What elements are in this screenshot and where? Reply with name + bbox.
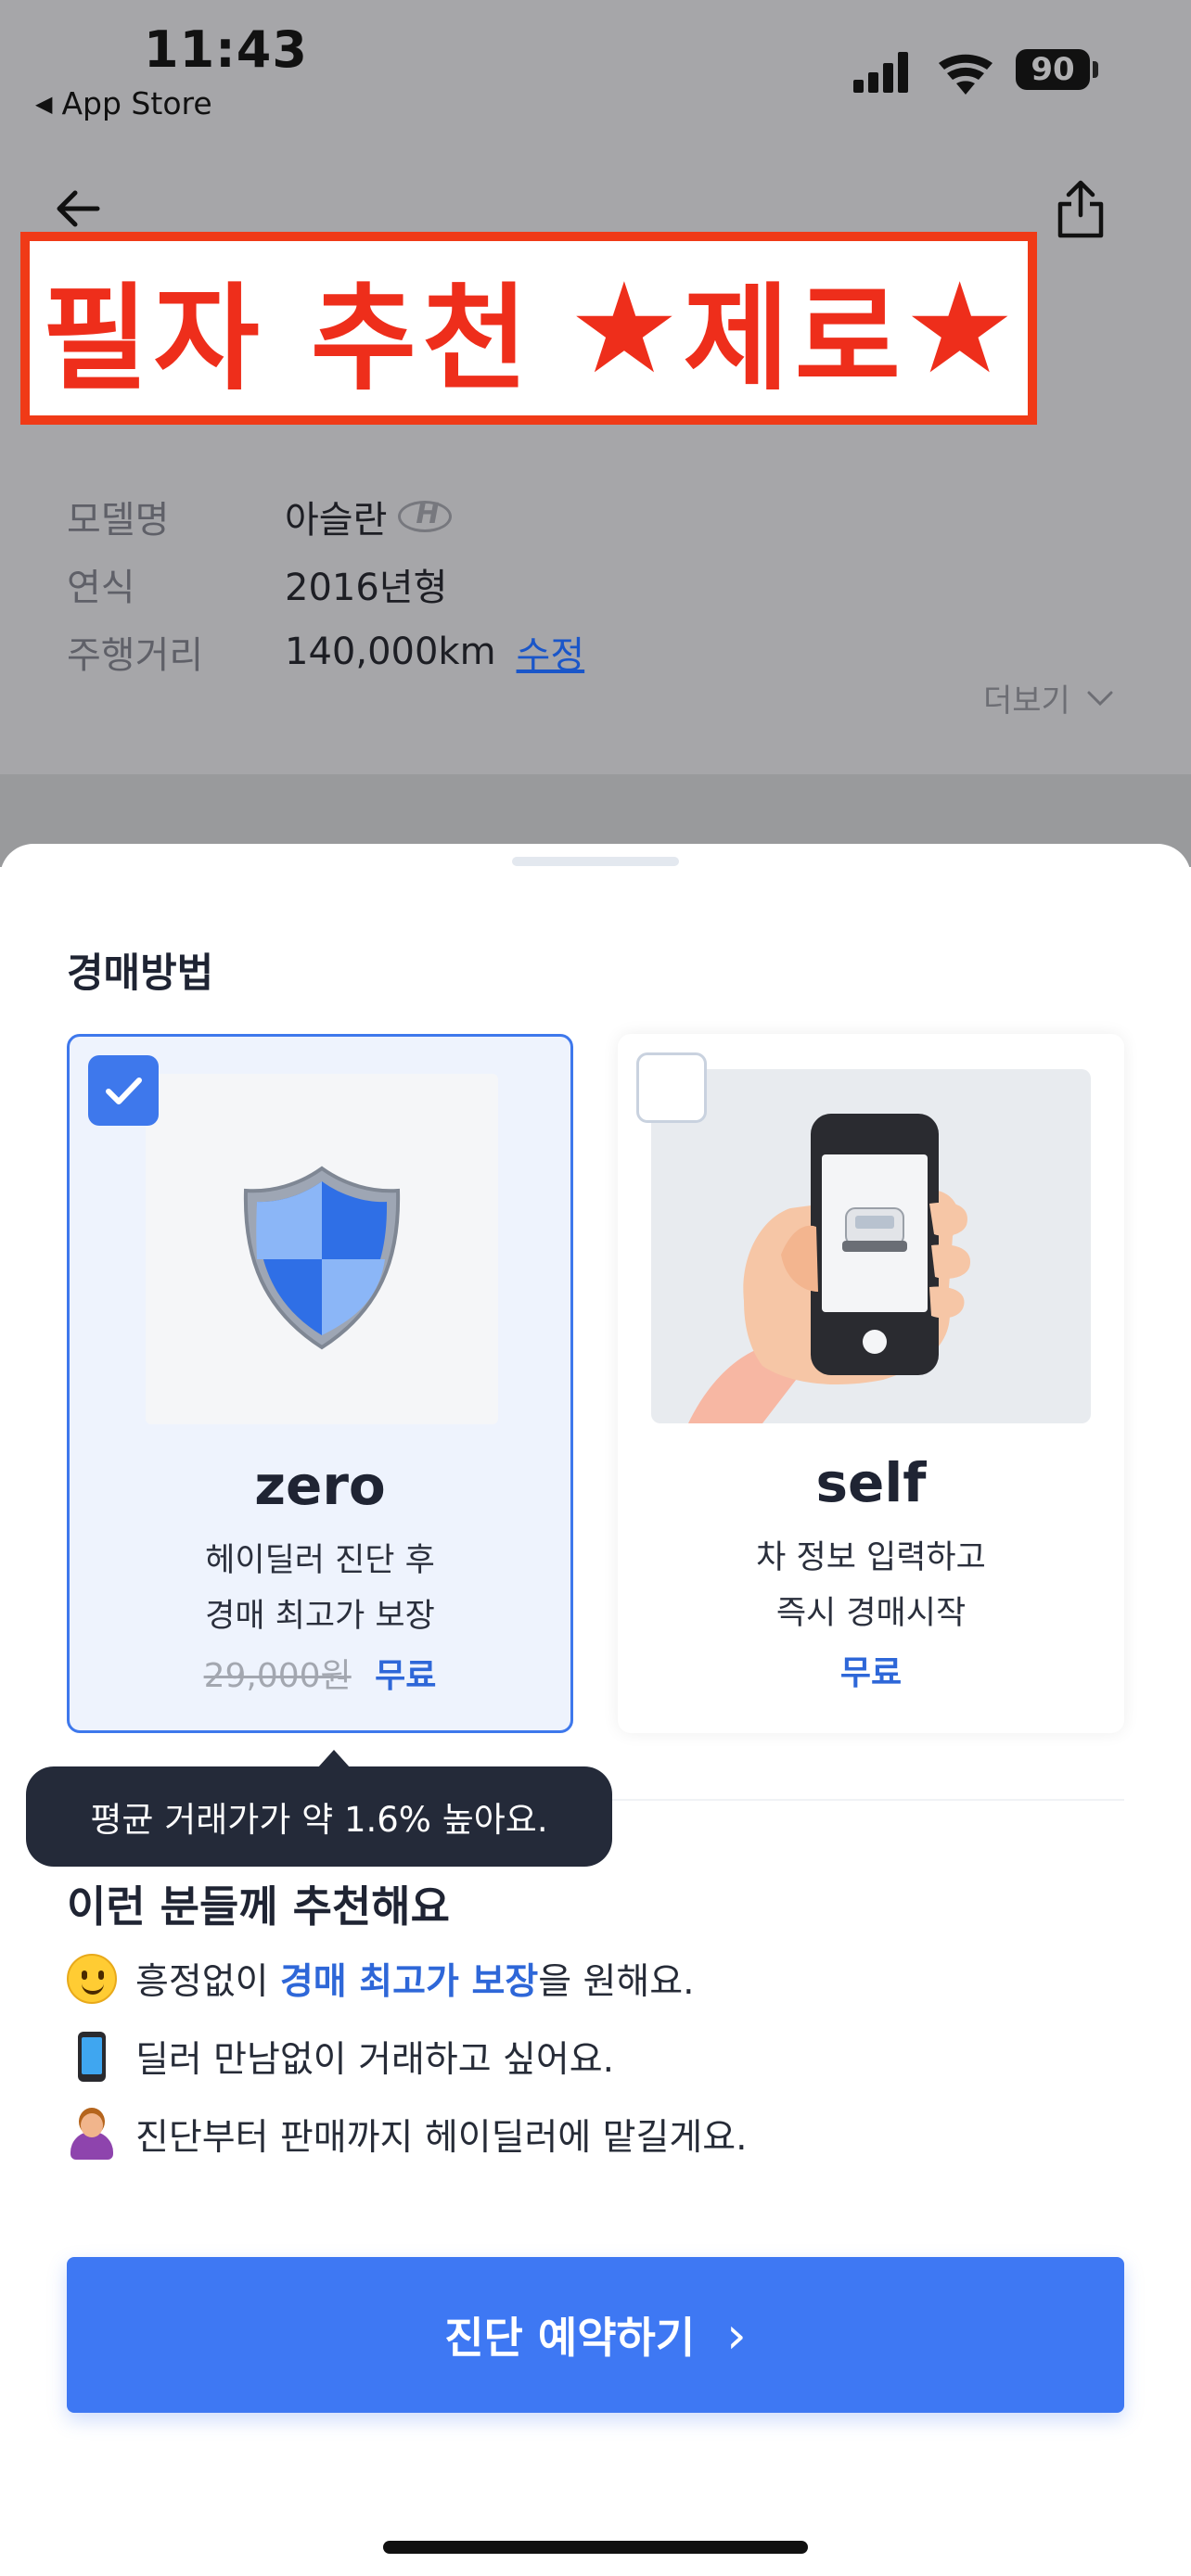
spec-value: 2016년형 (285, 567, 448, 609)
option-name: zero (254, 1454, 386, 1517)
more-label: 더보기 (983, 682, 1070, 720)
back-triangle-icon: ◀ (35, 90, 53, 117)
option-desc-line: 경매 최고가 보장 (205, 1598, 435, 1635)
wifi-icon (939, 54, 992, 95)
hyundai-logo-icon (398, 498, 453, 532)
battery-icon: 90 (1016, 49, 1090, 90)
star-icon: ★ (574, 262, 680, 394)
chevron-right-icon: › (726, 2305, 747, 2365)
option-checkbox[interactable] (636, 1052, 707, 1123)
spec-value: 140,000km (285, 631, 496, 673)
spec-label: 주행거리 (67, 634, 204, 677)
option-image (651, 1069, 1091, 1423)
person-emoji-icon (67, 2110, 117, 2160)
edit-mileage-link[interactable]: 수정 (517, 625, 585, 679)
option-desc-line: 헤이딜러 진단 후 (205, 1542, 435, 1579)
option-desc-line: 즉시 경매시작 (775, 1595, 967, 1632)
spec-row-year: 연식 2016년형 (67, 557, 447, 611)
price-free: 무료 (839, 1654, 903, 1692)
status-time: 11:43 (144, 20, 308, 79)
star-icon: ★ (909, 262, 1016, 394)
back-arrow-icon[interactable] (51, 181, 107, 236)
price-free: 무료 (375, 1657, 437, 1695)
background-page: 11:43 ◀ App Store 90 필자 추천 ★ 제로 ★ 모델명 아슬… (0, 0, 1191, 774)
cta-label: 진단 예약하기 (444, 2313, 696, 2363)
option-price: 29,000원 무료 (70, 1649, 570, 1697)
original-price: 29,000원 (203, 1657, 352, 1695)
recommend-item: 딜러 만남없이 거래하고 싶어요. (67, 2031, 614, 2083)
option-description: 차 정보 입력하고 즉시 경매시작 (618, 1530, 1124, 1641)
phone-in-hand-icon (688, 1114, 971, 1423)
recommend-text-after: 을 원해요. (538, 1961, 695, 2003)
banner-text-zero: 제로 (683, 272, 906, 406)
battery-tip (1093, 61, 1098, 78)
back-app-label: App Store (61, 85, 212, 121)
recommend-text: 진단부터 판매까지 헤이딜러에 맡길게요. (135, 2117, 748, 2159)
recommend-item: 진단부터 판매까지 헤이딜러에 맡길게요. (67, 2109, 748, 2161)
recommend-title: 이런 분들께 추천해요 (67, 1881, 450, 1932)
option-desc-line: 차 정보 입력하고 (756, 1539, 986, 1576)
chevron-down-icon (1087, 691, 1113, 706)
recommend-highlight: 경매 최고가 보장 (279, 1961, 539, 2003)
recommend-banner: 필자 추천 ★ 제로 ★ (20, 232, 1037, 425)
option-price: 무료 (618, 1646, 1124, 1694)
spec-label: 연식 (67, 567, 135, 609)
option-name: self (815, 1451, 927, 1514)
book-diagnosis-button[interactable]: 진단 예약하기 › (67, 2257, 1124, 2413)
spec-value: 아슬란 (285, 499, 388, 542)
recommend-text: 흥정없이 경매 최고가 보장을 원해요. (135, 1953, 695, 2005)
option-description: 헤이딜러 진단 후 경매 최고가 보장 (70, 1533, 570, 1644)
spec-row-model: 모델명 아슬란 (67, 490, 453, 543)
shield-icon (243, 1166, 401, 1350)
phone-emoji-icon (67, 2032, 117, 2082)
share-icon[interactable] (1053, 176, 1108, 241)
banner-text-recommend: 필자 추천 (42, 272, 534, 406)
spec-row-mileage: 주행거리 140,000km 수정 (67, 625, 584, 679)
option-card-zero[interactable]: zero 헤이딜러 진단 후 경매 최고가 보장 29,000원 무료 (67, 1034, 573, 1733)
cellular-signal-icon (853, 52, 908, 93)
home-indicator[interactable] (383, 2541, 808, 2554)
recommend-item: 흥정없이 경매 최고가 보장을 원해요. (67, 1953, 695, 2005)
back-to-app-store[interactable]: ◀ App Store (35, 85, 212, 121)
option-image (146, 1074, 498, 1424)
sheet-grabber[interactable] (512, 857, 679, 866)
option-checkbox[interactable] (88, 1055, 159, 1126)
smile-emoji-icon (67, 1954, 117, 2004)
price-tooltip: 평균 거래가가 약 1.6% 높아요. (26, 1750, 612, 1867)
section-title: 경매방법 (67, 950, 214, 997)
checkmark-icon (106, 1078, 142, 1104)
recommend-text: 딜러 만남없이 거래하고 싶어요. (135, 2039, 615, 2081)
more-button[interactable]: 더보기 (983, 675, 1113, 721)
spec-label: 모델명 (67, 499, 170, 542)
auction-method-sheet: 경매방법 zero 헤이딜러 진단 후 경매 최고가 보장 29,000원 무료 (0, 844, 1191, 2576)
option-card-self[interactable]: self 차 정보 입력하고 즉시 경매시작 무료 (618, 1034, 1124, 1733)
banner-text: 필자 추천 ★ 제로 ★ (43, 245, 1016, 412)
recommend-text-before: 흥정없이 (135, 1961, 280, 2003)
